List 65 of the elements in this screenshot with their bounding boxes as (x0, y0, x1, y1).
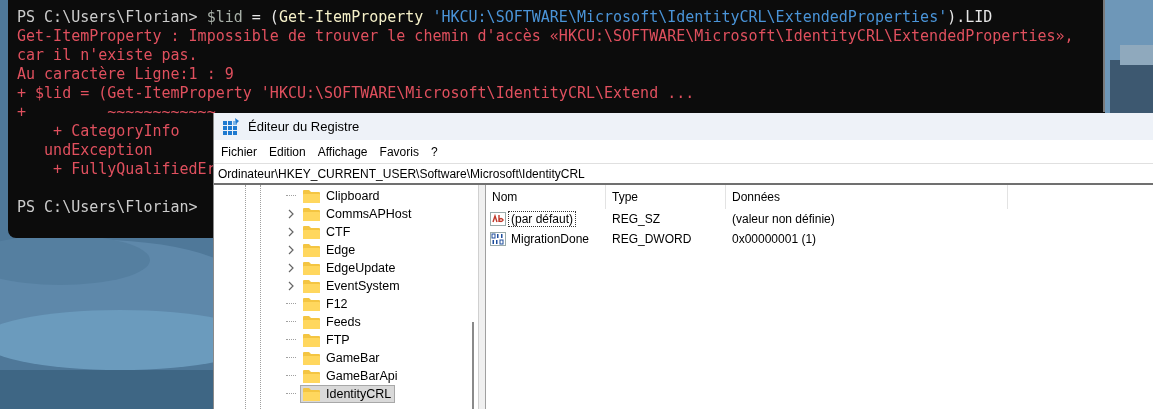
chevron-icon[interactable] (286, 209, 296, 219)
error-text: Au caractère Ligne:1 : 9 (17, 65, 234, 84)
error-text: + CategoryInfo (52, 122, 180, 141)
error-text: + ~~~~~~~~~~~~ (17, 103, 216, 122)
menu-item[interactable]: Affichage (312, 144, 373, 159)
folder-icon (303, 351, 320, 365)
folder-icon (303, 261, 320, 275)
address-bar[interactable]: Ordinateur\HKEY_CURRENT_USER\Software\Microsoft\IdentityCRL (214, 163, 1153, 185)
value-name[interactable]: MigrationDone (508, 231, 593, 247)
chevron-icon[interactable] (286, 263, 296, 273)
command-text: 'HKCU:\SOFTWARE\Microsoft\IdentityCRL\ExtendedProperties' (431, 8, 948, 27)
chevron-icon[interactable] (286, 245, 296, 255)
tree-item[interactable]: F12 (300, 295, 352, 313)
column-header[interactable]: Type (606, 185, 726, 209)
command-text: PS C:\Users\Florian> (17, 8, 199, 27)
value-data: (valeur non définie) (731, 212, 836, 226)
folder-icon (303, 387, 320, 401)
chevron-icon[interactable] (286, 227, 296, 237)
column-header[interactable]: Données (726, 185, 1008, 209)
command-text: Get-ItemProperty (278, 8, 424, 27)
chevron-icon[interactable] (286, 281, 296, 291)
command-text: $lid (206, 8, 243, 27)
value-name[interactable]: (par défaut) (508, 211, 577, 227)
tree-item[interactable]: GameBar (300, 349, 384, 367)
tree-item[interactable]: IdentityCRL (300, 385, 396, 403)
command-text: ).LID (947, 8, 993, 27)
error-text: Get-ItemProperty : Impossible de trouver le chemin d'accès «HKCU:\SOFTWARE\Microsoft\IdentityCRL\ExtendedProperties», (17, 27, 1074, 46)
error-text: car il n'existe pas. (17, 46, 198, 65)
folder-icon (303, 243, 320, 257)
folder-icon (303, 189, 320, 203)
command-prompt: PS C:\Users\Florian> (17, 198, 198, 217)
string-value-icon (490, 212, 506, 226)
column-header[interactable]: Nom (486, 185, 606, 209)
folder-icon (303, 297, 320, 311)
tree-item[interactable]: FTP (300, 331, 354, 349)
registry-app-icon (222, 117, 240, 136)
tree-item[interactable]: CTF (300, 223, 355, 241)
menu-item[interactable]: Fichier (216, 144, 262, 159)
menu-item[interactable]: ? (425, 144, 443, 159)
folder-icon (303, 225, 320, 239)
window-title: Éditeur du Registre (248, 119, 360, 134)
error-text: + FullyQualifiedEr (52, 160, 216, 179)
menu-item[interactable]: Favoris (374, 144, 424, 159)
folder-icon (303, 369, 320, 383)
folder-icon (303, 207, 320, 221)
folder-icon (303, 315, 320, 329)
value-data: 0x00000001 (1) (731, 232, 818, 246)
value-type: REG_DWORD (611, 232, 693, 246)
tree-item[interactable]: GameBarApi (300, 367, 402, 385)
tree-item[interactable]: EdgeUpdate (300, 259, 400, 277)
tree-item[interactable]: Clipboard (300, 187, 384, 205)
folder-icon (303, 333, 320, 347)
menu-item[interactable]: Edition (264, 144, 311, 159)
error-text: undException (43, 141, 153, 160)
tree-item[interactable]: Edge (300, 241, 360, 259)
tree-item[interactable]: EventSystem (300, 277, 404, 295)
binary-value-icon (490, 232, 506, 246)
scrollbar[interactable] (1103, 0, 1105, 112)
tree-item[interactable]: Feeds (300, 313, 365, 331)
value-type: REG_SZ (611, 212, 661, 226)
folder-icon (303, 279, 320, 293)
tree-item[interactable]: CommsAPHost (300, 205, 416, 223)
scrollbar[interactable] (472, 322, 474, 409)
command-text: = ( (250, 8, 279, 27)
error-text: + $lid = (Get-ItemProperty 'HKCU:\SOFTWARE\Microsoft\IdentityCRL\Extend ... (17, 84, 695, 103)
